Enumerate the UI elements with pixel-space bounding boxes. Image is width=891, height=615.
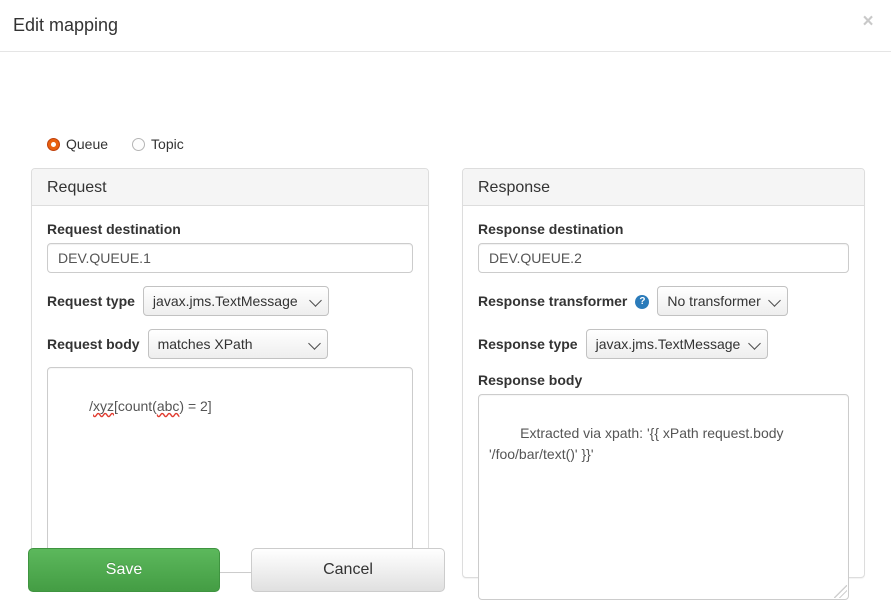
request-panel-body: Request destination Request type javax.j…	[32, 206, 428, 588]
request-type-row: Request type javax.jms.TextMessage	[47, 286, 413, 316]
response-type-select[interactable]: javax.jms.TextMessage	[585, 329, 768, 359]
response-panel-title: Response	[478, 179, 551, 196]
help-icon[interactable]: ?	[635, 295, 650, 309]
response-destination-input[interactable]	[478, 243, 849, 273]
modal-footer: Save Cancel	[0, 546, 891, 604]
response-body-text: Extracted via xpath: '{{ xPath request.b…	[489, 425, 788, 462]
destination-kind-radio-group: Queue Topic	[47, 136, 184, 152]
save-button[interactable]: Save	[28, 548, 220, 592]
request-body-match-selected-value: matches XPath	[157, 336, 253, 352]
radio-option-topic[interactable]: Topic	[132, 136, 184, 152]
close-icon[interactable]: ×	[858, 12, 878, 32]
response-transformer-label: Response transformer	[478, 293, 628, 309]
response-type-label: Response type	[478, 336, 578, 352]
request-destination-input[interactable]	[47, 243, 413, 273]
response-panel: Response Response destination Response t…	[462, 168, 865, 600]
chevron-down-icon	[747, 337, 761, 350]
response-type-row: Response type javax.jms.TextMessage	[478, 329, 849, 359]
request-body-match-row: Request body matches XPath	[47, 329, 413, 359]
radio-option-queue[interactable]: Queue	[47, 136, 108, 152]
response-destination-label: Response destination	[478, 221, 624, 237]
request-body-text-middle: [count(	[114, 398, 157, 415]
chevron-down-icon	[309, 294, 322, 307]
radio-unselected-icon[interactable]	[132, 137, 146, 151]
request-type-select[interactable]: javax.jms.TextMessage	[142, 286, 329, 316]
request-body-misspelled-word-2: abc	[156, 398, 180, 415]
radio-label-topic: Topic	[151, 136, 184, 152]
request-body-match-select[interactable]: matches XPath	[147, 329, 328, 359]
request-body-text-suffix: ) = 2]	[179, 398, 212, 415]
chevron-down-icon	[767, 294, 781, 307]
request-destination-label: Request destination	[47, 221, 181, 237]
request-body-textarea[interactable]: /xyz[count(abc) = 2]	[47, 367, 413, 573]
request-body-misspelled-word-1: xyz	[93, 398, 115, 415]
radio-selected-icon[interactable]	[47, 137, 60, 151]
radio-label-queue: Queue	[66, 136, 109, 152]
request-type-selected-value: javax.jms.TextMessage	[152, 293, 298, 309]
response-transformer-row: Response transformer ? No transformer	[478, 286, 849, 316]
request-body-label: Request body	[47, 336, 140, 352]
modal-header: Edit mapping ×	[0, 0, 891, 52]
request-panel-title: Request	[47, 179, 107, 196]
response-transformer-select[interactable]: No transformer	[657, 286, 788, 316]
chevron-down-icon	[307, 337, 321, 350]
response-body-label: Response body	[478, 372, 583, 388]
response-panel-heading: Response	[463, 169, 864, 206]
request-panel-heading: Request	[32, 169, 428, 206]
page-title: Edit mapping	[13, 15, 119, 35]
response-type-selected-value: javax.jms.TextMessage	[595, 336, 741, 352]
cancel-button[interactable]: Cancel	[251, 548, 445, 592]
response-transformer-selected-value: No transformer	[667, 293, 761, 309]
request-panel: Request Request destination Request type…	[31, 168, 429, 573]
request-type-label: Request type	[47, 293, 135, 309]
